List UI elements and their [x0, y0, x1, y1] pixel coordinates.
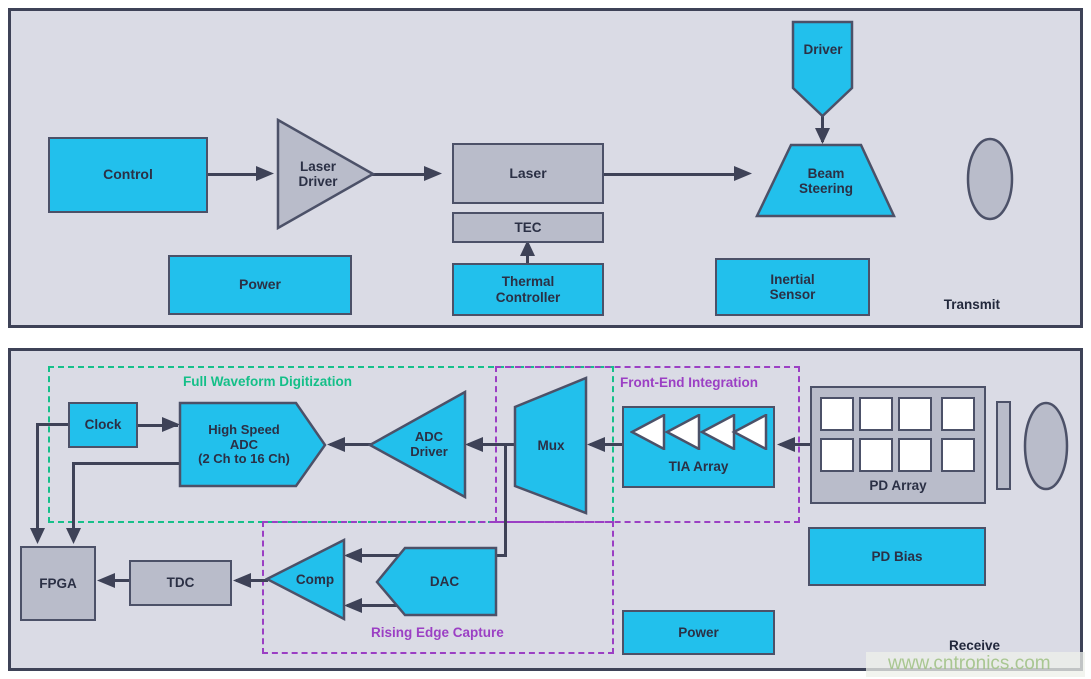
transmit-power-block[interactable]: Power — [168, 255, 352, 315]
mux-shape[interactable] — [513, 376, 589, 516]
laser-driver-shape[interactable] — [276, 118, 376, 230]
comp-shape[interactable] — [265, 538, 347, 622]
inertial-sensor-line2: Sensor — [769, 287, 816, 302]
arrowhead-comp-to-tdc — [233, 573, 251, 588]
pd-cell — [941, 438, 975, 472]
transmit-lens-ellipse-icon — [966, 137, 1014, 221]
high-speed-adc-shape[interactable] — [178, 401, 328, 489]
pd-array-label: PD Array — [869, 478, 927, 493]
transmit-section-label: Transmit — [943, 297, 1000, 312]
arrowhead-adc-to-fpga — [66, 528, 81, 544]
wire-adc-to-fpga-v — [72, 462, 75, 538]
laser-block[interactable]: Laser — [452, 143, 604, 204]
thermal-controller-block[interactable]: Thermal Controller — [452, 263, 604, 316]
arrowhead-clock-to-fpga — [30, 528, 45, 544]
inertial-sensor-line1: Inertial — [770, 271, 815, 287]
tia-array-label: TIA Array — [668, 459, 729, 474]
watermark-text: www.cntronics.com — [888, 653, 1051, 674]
arrowhead-laserdriver-to-laser — [424, 166, 442, 181]
receive-power-block[interactable]: Power — [622, 610, 775, 655]
arrowhead-control-to-laserdriver — [256, 166, 274, 181]
arrowhead-pdarray-to-tia — [777, 437, 795, 452]
receive-lens-ellipse-icon — [1023, 401, 1069, 491]
pd-cell — [820, 397, 854, 431]
wire-laser-to-beamsteering — [604, 173, 744, 176]
wire-clock-to-fpga-v — [36, 423, 39, 538]
pd-cell — [820, 438, 854, 472]
aperture-bar-icon — [996, 401, 1011, 490]
pd-cell — [859, 438, 893, 472]
pd-cell — [898, 438, 932, 472]
adc-driver-shape[interactable] — [368, 390, 468, 500]
thermal-controller-line1: Thermal — [501, 274, 555, 290]
tia-amplifier-icons — [630, 414, 768, 450]
arrowhead-laser-to-beamsteering — [734, 166, 752, 181]
receive-section-label: Receive — [948, 638, 1000, 653]
arrowhead-adcdriver-to-adc — [327, 437, 345, 452]
control-block[interactable]: Control — [48, 137, 208, 213]
tec-block[interactable]: TEC — [452, 212, 604, 243]
fpga-block[interactable]: FPGA — [20, 546, 96, 621]
front-end-integration-label: Front-End Integration — [620, 375, 758, 390]
pd-cell — [859, 397, 893, 431]
dac-shape[interactable] — [375, 546, 499, 618]
wire-mux-branch-v — [504, 445, 507, 557]
wire-adc-to-fpga-h — [72, 462, 184, 465]
pd-cell — [941, 397, 975, 431]
driver-shape[interactable] — [791, 20, 855, 118]
clock-block[interactable]: Clock — [68, 402, 138, 448]
lidar-block-diagram: Control Laser Driver Laser TEC Thermal C… — [0, 0, 1091, 679]
tdc-block[interactable]: TDC — [129, 560, 232, 606]
beam-steering-shape[interactable] — [755, 143, 897, 219]
inertial-sensor-block[interactable]: Inertial Sensor — [715, 258, 870, 316]
wire-clock-to-fpga-h — [36, 423, 70, 426]
pd-bias-block[interactable]: PD Bias — [808, 527, 986, 586]
full-waveform-digitization-label: Full Waveform Digitization — [183, 374, 353, 389]
thermal-controller-line2: Controller — [495, 289, 561, 305]
arrowhead-tdc-to-fpga — [97, 573, 115, 588]
rising-edge-capture-label: Rising Edge Capture — [371, 625, 504, 640]
pd-cell — [898, 397, 932, 431]
arrowhead-tia-to-mux — [587, 437, 605, 452]
